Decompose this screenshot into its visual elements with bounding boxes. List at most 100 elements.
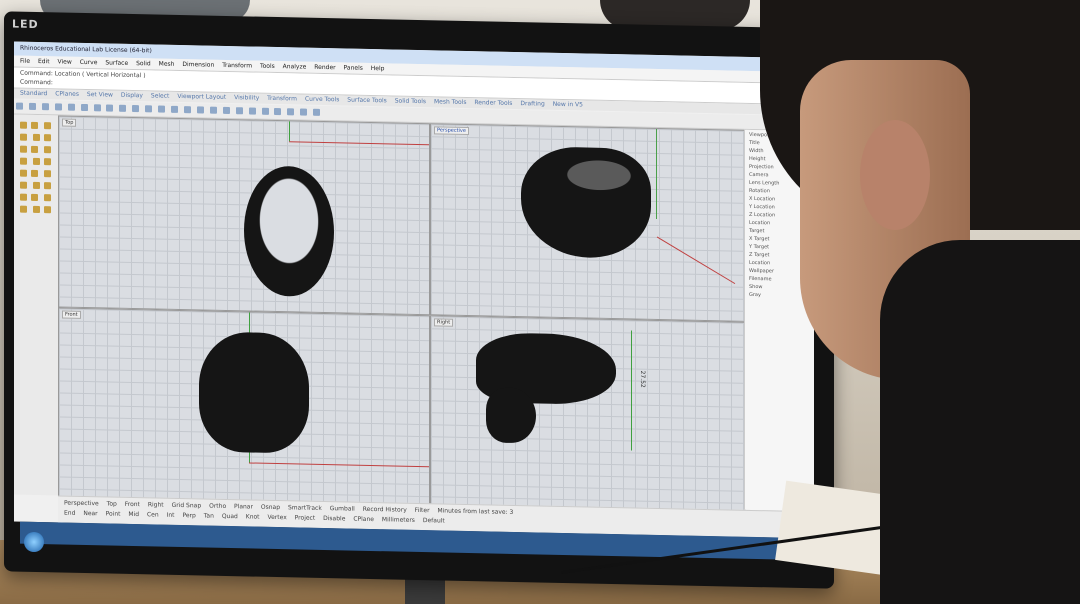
pan-icon[interactable] bbox=[119, 104, 127, 112]
snap-int[interactable]: Int bbox=[167, 512, 175, 519]
open-file-icon[interactable] bbox=[28, 102, 36, 110]
menu-solid[interactable]: Solid bbox=[136, 60, 151, 67]
snap-mid[interactable]: Mid bbox=[128, 511, 139, 518]
sphere-tool-icon[interactable] bbox=[32, 157, 40, 166]
join-tool-icon[interactable] bbox=[20, 205, 27, 213]
circle-tool-icon[interactable] bbox=[32, 133, 40, 142]
snap-end[interactable]: End bbox=[64, 510, 75, 517]
menu-curve[interactable]: Curve bbox=[80, 59, 98, 66]
status-ortho[interactable]: Ortho bbox=[209, 503, 226, 510]
boolean-tool-icon[interactable] bbox=[20, 169, 27, 177]
snap-near[interactable]: Near bbox=[83, 510, 97, 517]
menu-file[interactable]: File bbox=[20, 58, 30, 65]
status-gumball[interactable]: Gumball bbox=[330, 505, 355, 513]
tab-surface-tools[interactable]: Surface Tools bbox=[347, 96, 387, 104]
properties-icon[interactable] bbox=[248, 107, 256, 115]
tab-transform[interactable]: Transform bbox=[267, 95, 297, 103]
status-filter[interactable]: Filter bbox=[415, 507, 430, 514]
viewport-perspective[interactable]: Perspective bbox=[430, 123, 746, 322]
zoom-extents-icon[interactable] bbox=[171, 105, 179, 113]
menu-render[interactable]: Render bbox=[314, 64, 335, 71]
trim-tool-icon[interactable] bbox=[31, 193, 38, 202]
help-icon[interactable] bbox=[313, 108, 321, 116]
scale-tool-icon[interactable] bbox=[32, 181, 40, 190]
status-record-history[interactable]: Record History bbox=[363, 506, 407, 514]
snap-disable[interactable]: Disable bbox=[323, 515, 345, 522]
save-icon[interactable] bbox=[41, 103, 49, 111]
snap-quad[interactable]: Quad bbox=[222, 513, 238, 520]
tab-drafting[interactable]: Drafting bbox=[520, 100, 544, 108]
status-grid-snap[interactable]: Grid Snap bbox=[172, 502, 202, 510]
menu-mesh[interactable]: Mesh bbox=[159, 61, 175, 68]
view-tab-right[interactable]: Right bbox=[148, 501, 164, 508]
grid-icon[interactable] bbox=[196, 106, 204, 114]
four-views-icon[interactable] bbox=[183, 106, 191, 114]
box-tool-icon[interactable] bbox=[20, 157, 27, 165]
menu-edit[interactable]: Edit bbox=[38, 58, 50, 65]
dimension-tool-icon[interactable] bbox=[43, 206, 51, 214]
start-button-icon[interactable] bbox=[24, 532, 44, 552]
tab-set-view[interactable]: Set View bbox=[87, 91, 113, 99]
cut-icon[interactable] bbox=[67, 103, 75, 111]
arc-tool-icon[interactable] bbox=[43, 134, 51, 142]
light-icon[interactable] bbox=[235, 107, 243, 115]
viewport-top-label[interactable]: Top bbox=[62, 118, 77, 127]
shaded-icon[interactable] bbox=[261, 107, 269, 115]
viewport-right-label[interactable]: Right bbox=[434, 318, 454, 327]
snap-tan[interactable]: Tan bbox=[204, 512, 214, 519]
zoom-window-icon[interactable] bbox=[158, 105, 166, 113]
copy-icon[interactable] bbox=[80, 103, 88, 112]
menu-view[interactable]: View bbox=[58, 58, 72, 65]
tab-select[interactable]: Select bbox=[151, 92, 170, 99]
tab-solid-tools[interactable]: Solid Tools bbox=[395, 97, 426, 105]
copy-tool-icon[interactable] bbox=[20, 181, 27, 189]
rendered-icon[interactable] bbox=[274, 107, 282, 116]
tab-display[interactable]: Display bbox=[121, 92, 143, 99]
polyline-tool-icon[interactable] bbox=[43, 122, 51, 130]
menu-analyze[interactable]: Analyze bbox=[283, 63, 307, 70]
tab-standard[interactable]: Standard bbox=[20, 90, 47, 98]
surface-tool-icon[interactable] bbox=[43, 146, 51, 154]
tab-visibility[interactable]: Visibility bbox=[234, 94, 259, 102]
snap-vertex[interactable]: Vertex bbox=[267, 514, 286, 521]
tab-mesh-tools[interactable]: Mesh Tools bbox=[434, 98, 466, 106]
menu-surface[interactable]: Surface bbox=[105, 59, 128, 66]
tab-new-in-v5[interactable]: New in V5 bbox=[553, 101, 583, 109]
split-tool-icon[interactable] bbox=[43, 194, 51, 202]
tab-curve-tools[interactable]: Curve Tools bbox=[305, 96, 339, 104]
menu-transform[interactable]: Transform bbox=[222, 62, 252, 70]
menu-panels[interactable]: Panels bbox=[344, 64, 363, 71]
snap-perp[interactable]: Perp bbox=[182, 512, 195, 519]
viewport-perspective-label[interactable]: Perspective bbox=[434, 126, 469, 136]
snap-knot[interactable]: Knot bbox=[246, 513, 260, 520]
paste-icon[interactable] bbox=[93, 104, 101, 112]
curve-tool-icon[interactable] bbox=[20, 133, 27, 141]
menu-tools[interactable]: Tools bbox=[260, 63, 275, 70]
status-planar[interactable]: Planar bbox=[234, 503, 253, 510]
rotate-view-icon[interactable] bbox=[132, 104, 140, 113]
menu-dimension[interactable]: Dimension bbox=[182, 61, 214, 69]
view-tab-top[interactable]: Top bbox=[107, 500, 117, 507]
material-icon[interactable] bbox=[300, 108, 308, 116]
move-tool-icon[interactable] bbox=[43, 170, 51, 178]
snap-point[interactable]: Point bbox=[106, 510, 121, 517]
select-icon[interactable] bbox=[209, 106, 217, 114]
mirror-tool-icon[interactable] bbox=[43, 182, 51, 190]
tab-cplanes[interactable]: CPlanes bbox=[55, 90, 79, 97]
layer-icon[interactable] bbox=[222, 106, 230, 115]
new-file-icon[interactable] bbox=[16, 102, 23, 110]
tab-viewport-layout[interactable]: Viewport Layout bbox=[177, 93, 226, 101]
view-tab-perspective[interactable]: Perspective bbox=[64, 500, 99, 508]
point-tool-icon[interactable] bbox=[20, 121, 27, 129]
viewport-top[interactable]: Top bbox=[58, 115, 430, 316]
render-icon[interactable] bbox=[287, 108, 295, 116]
viewport-right[interactable]: Right 27.52 bbox=[430, 315, 746, 512]
rectangle-tool-icon[interactable] bbox=[20, 145, 27, 153]
line-tool-icon[interactable] bbox=[31, 121, 38, 130]
status-osnap[interactable]: Osnap bbox=[261, 504, 280, 511]
tab-render-tools[interactable]: Render Tools bbox=[474, 99, 512, 107]
mesh-tool-icon[interactable] bbox=[43, 158, 51, 166]
explode-tool-icon[interactable] bbox=[32, 205, 40, 214]
view-tab-front[interactable]: Front bbox=[125, 501, 140, 508]
viewport-front-label[interactable]: Front bbox=[62, 310, 81, 319]
